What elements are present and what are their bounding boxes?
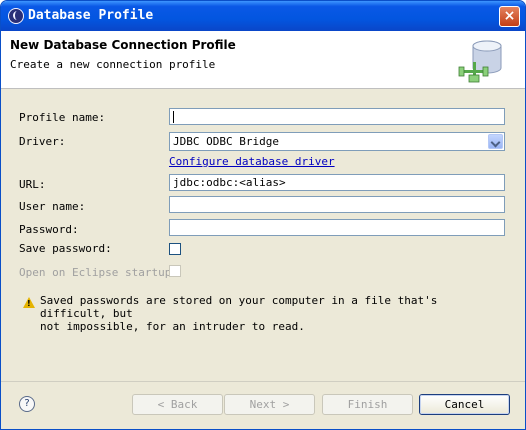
user-name-label: User name: <box>19 200 86 213</box>
driver-label: Driver: <box>19 135 66 148</box>
open-on-startup-checkbox <box>169 265 181 277</box>
cancel-button[interactable]: Cancel <box>419 394 510 415</box>
dialog-window: Database Profile × New Database Connecti… <box>0 0 526 430</box>
profile-name-label: Profile name: <box>19 111 106 124</box>
warning-exclamation: ! <box>27 299 31 308</box>
driver-value: JDBC ODBC Bridge <box>173 135 279 148</box>
close-button[interactable]: × <box>499 6 520 27</box>
profile-form: Profile name: Driver: JDBC ODBC Bridge C… <box>1 89 525 379</box>
password-label: Password: <box>19 223 79 236</box>
cancel-button-label: Cancel <box>420 395 509 414</box>
eclipse-icon <box>8 8 24 24</box>
window-title: Database Profile <box>28 8 154 23</box>
title-bar[interactable]: Database Profile × <box>1 1 525 31</box>
help-icon[interactable]: ? <box>19 396 35 412</box>
driver-select[interactable]: JDBC ODBC Bridge <box>169 132 505 151</box>
back-button[interactable]: < Back <box>132 394 223 415</box>
open-on-startup-label: Open on Eclipse startup: <box>19 266 178 279</box>
button-bar: ? < Back Next > Finish Cancel <box>1 381 525 429</box>
page-description: Create a new connection profile <box>10 58 216 71</box>
save-password-checkbox[interactable] <box>169 243 181 255</box>
next-button[interactable]: Next > <box>224 394 315 415</box>
text-cursor <box>173 111 174 123</box>
password-input[interactable] <box>169 219 505 236</box>
configure-driver-link[interactable]: Configure database driver <box>169 155 335 168</box>
database-connection-icon <box>457 37 511 85</box>
url-label: URL: <box>19 178 46 191</box>
save-password-label: Save password: <box>19 242 112 255</box>
page-title: New Database Connection Profile <box>10 38 236 52</box>
warning-message: Saved passwords are stored on your compu… <box>40 294 438 333</box>
url-input[interactable]: jdbc:odbc:<alias> <box>169 174 505 191</box>
user-name-input[interactable] <box>169 196 505 213</box>
chevron-down-icon[interactable] <box>488 134 503 149</box>
finish-button[interactable]: Finish <box>322 394 413 415</box>
profile-name-input[interactable] <box>169 108 505 125</box>
wizard-header: New Database Connection Profile Create a… <box>1 31 525 89</box>
